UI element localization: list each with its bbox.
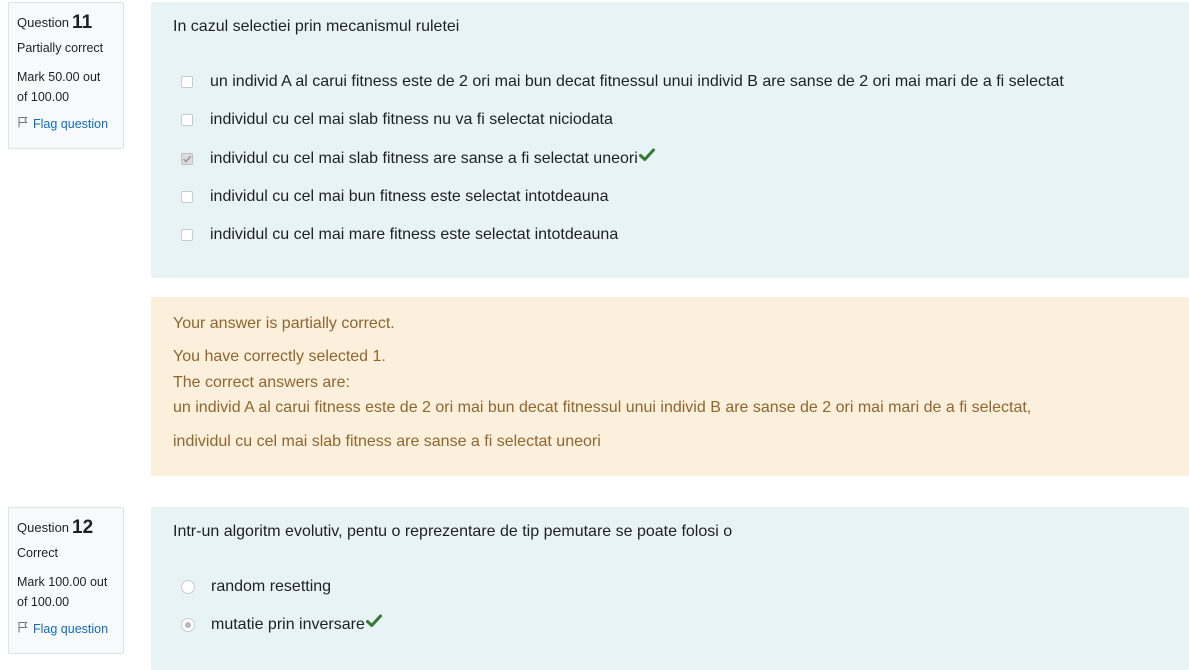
correct-answers-heading: The correct answers are: [173, 374, 350, 391]
answer-radio[interactable] [181, 580, 195, 594]
answer-checkbox[interactable] [181, 153, 193, 165]
question-text: Intr-un algoritm evolutiv, pentu o repre… [173, 523, 733, 540]
feedback-summary: Your answer is partially correct. [173, 315, 395, 332]
question-feedback-q11: Your answer is partially correct. You ha… [151, 297, 1189, 476]
question-state: Partially correct [17, 41, 104, 55]
question-formulation-q12: Intr-un algoritm evolutiv, pentu o repre… [151, 507, 1189, 670]
flag-question-link[interactable]: Flag question [17, 116, 115, 131]
correct-answer-2: individul cu cel mai slab fitness are sa… [173, 433, 601, 450]
check-icon [365, 614, 382, 628]
question-number: Question 11 [17, 12, 93, 33]
answer-checkbox[interactable] [181, 114, 193, 126]
answer-checkbox[interactable] [181, 229, 193, 241]
answer-option-2[interactable]: mutatie prin inversare [181, 614, 382, 634]
answer-checkbox[interactable] [181, 191, 193, 203]
check-icon [638, 148, 655, 162]
answer-option-5[interactable]: individul cu cel mai mare fitness este s… [181, 226, 618, 244]
question-formulation-q11: In cazul selectiei prin mecanismul rulet… [151, 2, 1189, 278]
answer-option-2[interactable]: individul cu cel mai slab fitness nu va … [181, 111, 613, 129]
flag-icon [17, 116, 29, 131]
answer-checkbox[interactable] [181, 76, 193, 88]
flag-question-link[interactable]: Flag question [17, 621, 115, 636]
answer-option-1[interactable]: un individ A al carui fitness este de 2 … [181, 73, 1064, 91]
question-info-q11: Question 11 Partially correct Mark 50.00 … [8, 2, 124, 149]
flag-icon [17, 621, 29, 636]
answer-option-3[interactable]: individul cu cel mai slab fitness are sa… [181, 148, 655, 168]
question-number: Question 12 [17, 517, 94, 538]
feedback-selected-count: You have correctly selected 1. [173, 348, 386, 365]
question-text: In cazul selectiei prin mecanismul rulet… [173, 18, 460, 35]
answer-option-4[interactable]: individul cu cel mai bun fitness este se… [181, 188, 608, 206]
answer-option-1[interactable]: random resetting [181, 578, 331, 596]
correct-answer-1: un individ A al carui fitness este de 2 … [173, 399, 1032, 416]
answer-radio[interactable] [181, 618, 195, 632]
question-state: Correct [17, 546, 58, 560]
question-grade: Mark 50.00 out of 100.00 [17, 70, 101, 104]
question-info-q12: Question 12 Correct Mark 100.00 out of 10… [8, 507, 124, 654]
question-grade: Mark 100.00 out of 100.00 [17, 575, 108, 609]
